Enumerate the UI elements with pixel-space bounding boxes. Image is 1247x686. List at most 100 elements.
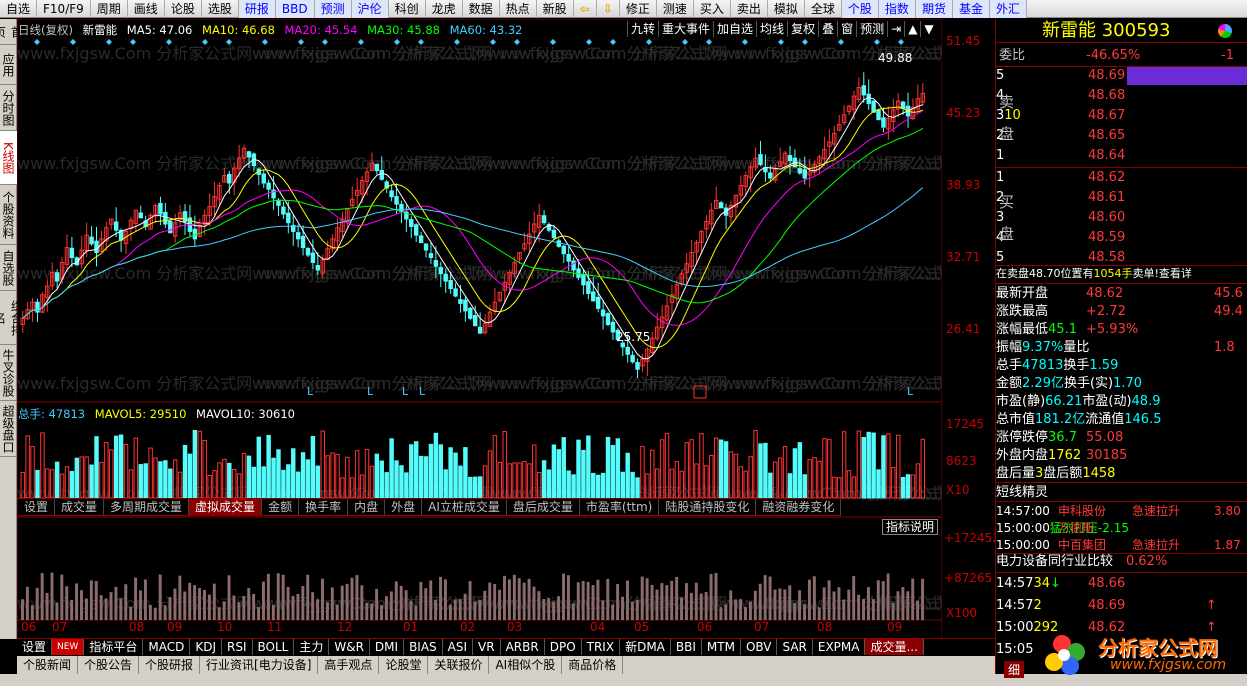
- ind-tab-5[interactable]: 换手率: [299, 499, 349, 515]
- indicator-note-button[interactable]: 指标说明: [882, 519, 939, 535]
- toolbar-item-19[interactable]: 买入: [694, 0, 731, 18]
- ind-tab-12[interactable]: 融资融券变化: [756, 499, 842, 515]
- indicator-btn-15[interactable]: TRIX: [582, 639, 621, 655]
- toolbar-item-1[interactable]: F10/F9: [37, 0, 91, 18]
- chart-tool-1[interactable]: 重大事件: [658, 21, 713, 37]
- indicator-btn-3[interactable]: MACD: [143, 639, 191, 655]
- leftnav-2[interactable]: 分时图: [0, 85, 17, 131]
- toolbar-item-21[interactable]: 模拟: [768, 0, 805, 18]
- toolbar-item-22[interactable]: 全球: [805, 0, 842, 18]
- chart-tool-9[interactable]: ▲: [904, 21, 920, 37]
- l-marker-3: L: [419, 385, 426, 398]
- sell-more[interactable]: 查看详: [1159, 267, 1192, 280]
- toolbar-item-18[interactable]: 测速: [657, 0, 694, 18]
- leftnav-6[interactable]: 综合排名: [0, 291, 24, 345]
- indicator-btn-2[interactable]: 指标平台: [84, 639, 144, 655]
- indicator-btn-5[interactable]: RSI: [222, 639, 253, 655]
- ind-tab-4[interactable]: 金额: [262, 499, 300, 515]
- toolbar-item-0[interactable]: 自选: [0, 0, 38, 18]
- toolbar-item-17[interactable]: 修正: [620, 0, 657, 18]
- news-btn-5[interactable]: 论股堂: [379, 656, 429, 674]
- toolbar-item-2[interactable]: 周期: [91, 0, 128, 18]
- indicator-btn-14[interactable]: DPO: [545, 639, 582, 655]
- indicator-btn-17[interactable]: BBI: [671, 639, 702, 655]
- indicator-btn-10[interactable]: BIAS: [404, 639, 443, 655]
- news-btn-0[interactable]: 个股新闻: [17, 656, 79, 674]
- toolbar-item-13[interactable]: 热点: [500, 0, 537, 18]
- leftnav-8[interactable]: 超级盘口: [0, 401, 17, 457]
- indicator-btn-8[interactable]: W&R: [329, 639, 370, 655]
- leftnav-7[interactable]: 牛叉诊股: [0, 345, 17, 401]
- indicator-btn-20[interactable]: SAR: [777, 639, 813, 655]
- toolbar-item-15[interactable]: ⇦: [574, 0, 597, 18]
- indicator-btn-22[interactable]: 成交量...: [865, 639, 924, 655]
- ind-tab-11[interactable]: 陆股通持股变化: [659, 499, 757, 515]
- leftnav-0[interactable]: 首页: [0, 19, 24, 45]
- detail-tab[interactable]: 细: [1004, 661, 1025, 678]
- toolbar-item-24[interactable]: 指数: [878, 0, 916, 18]
- chart-tool-10[interactable]: ▼: [920, 21, 936, 37]
- toolbar-item-10[interactable]: 科创: [389, 0, 426, 18]
- news-btn-6[interactable]: 关联报价: [428, 656, 490, 674]
- leftnav-4[interactable]: 个股资料: [0, 185, 17, 245]
- toolbar-item-16[interactable]: ⇩: [597, 0, 620, 18]
- indicator-btn-19[interactable]: OBV: [741, 639, 778, 655]
- toolbar-item-8[interactable]: 预测: [314, 0, 352, 18]
- news-btn-1[interactable]: 个股公告: [78, 656, 140, 674]
- chart-tool-2[interactable]: 加自选: [713, 21, 756, 37]
- indicator-btn-21[interactable]: EXPMA: [813, 639, 866, 655]
- indicator-btn-7[interactable]: 主力: [294, 639, 330, 655]
- indicator-btn-12[interactable]: VR: [473, 639, 501, 655]
- chart-tool-0[interactable]: 九转: [627, 21, 658, 37]
- chart-tool-8[interactable]: ⇥: [887, 21, 904, 37]
- indicator-btn-1[interactable]: NEW: [52, 639, 85, 655]
- ind-tab-6[interactable]: 内盘: [348, 499, 386, 515]
- toolbar-item-9[interactable]: 沪伦: [351, 0, 389, 18]
- ind-tab-0[interactable]: 设置: [18, 499, 56, 515]
- indicator-btn-0[interactable]: 设置: [17, 639, 53, 655]
- indicator-btn-11[interactable]: ASI: [443, 639, 474, 655]
- ind-tab-10[interactable]: 市盈率(ttm): [580, 499, 660, 515]
- indicator-btn-9[interactable]: DMI: [370, 639, 405, 655]
- toolbar-item-25[interactable]: 期货: [915, 0, 953, 18]
- toolbar-item-23[interactable]: 个股: [841, 0, 879, 18]
- toolbar-item-3[interactable]: 画线: [128, 0, 165, 18]
- toolbar-item-12[interactable]: 数据: [463, 0, 500, 18]
- news-btn-8[interactable]: 商品价格: [562, 656, 624, 674]
- kline-chart[interactable]: www.fxjgsw.Com 分析家公式网 www.fxjgsw.Com 分析家…: [17, 19, 942, 639]
- news-btn-4[interactable]: 高手观点: [318, 656, 380, 674]
- toolbar-item-27[interactable]: 外汇: [989, 0, 1027, 18]
- leftnav-5[interactable]: 自选股: [0, 245, 17, 291]
- toolbar-item-20[interactable]: 卖出: [731, 0, 768, 18]
- ind-tab-2[interactable]: 多周期成交量: [104, 499, 190, 515]
- indicator-btn-6[interactable]: BOLL: [253, 639, 295, 655]
- toolbar-item-14[interactable]: 新股: [537, 0, 574, 18]
- indicator-btn-4[interactable]: KDJ: [190, 639, 222, 655]
- toolbar-item-7[interactable]: BBD: [275, 0, 315, 18]
- toolbar-item-11[interactable]: 龙虎: [426, 0, 463, 18]
- ind-tab-1[interactable]: 成交量: [55, 499, 105, 515]
- indicator-btn-18[interactable]: MTM: [702, 639, 741, 655]
- news-btn-2[interactable]: 个股研报: [139, 656, 201, 674]
- toolbar-item-4[interactable]: 论股: [165, 0, 202, 18]
- ind-tab-7[interactable]: 外盘: [385, 499, 423, 515]
- chart-tool-4[interactable]: 复权: [787, 21, 818, 37]
- sector-compare-button[interactable]: 同行业比较: [1048, 554, 1113, 569]
- chart-tool-3[interactable]: 均线: [756, 21, 787, 37]
- toolbar-item-6[interactable]: 研报: [238, 0, 276, 18]
- ind-tab-8[interactable]: AI立桩成交量: [422, 499, 507, 515]
- ind-tab-3[interactable]: 虚拟成交量: [189, 499, 263, 515]
- pie-icon[interactable]: [1218, 24, 1232, 38]
- chart-tool-5[interactable]: 叠: [818, 21, 837, 37]
- news-btn-3[interactable]: 行业资讯[电力设备]: [200, 656, 319, 674]
- chart-tool-6[interactable]: 窗: [837, 21, 856, 37]
- ind-tab-9[interactable]: 盘后成交量: [507, 499, 580, 515]
- news-btn-7[interactable]: AI相似个股: [489, 656, 563, 674]
- toolbar-item-26[interactable]: 基金: [952, 0, 990, 18]
- toolbar-item-5[interactable]: 选股: [202, 0, 239, 18]
- indicator-btn-16[interactable]: 新DMA: [620, 639, 671, 655]
- leftnav-1[interactable]: 应用: [0, 45, 17, 85]
- indicator-btn-13[interactable]: ARBR: [501, 639, 545, 655]
- chart-tool-7[interactable]: 预测: [856, 21, 887, 37]
- leftnav-3[interactable]: K线图: [0, 131, 17, 185]
